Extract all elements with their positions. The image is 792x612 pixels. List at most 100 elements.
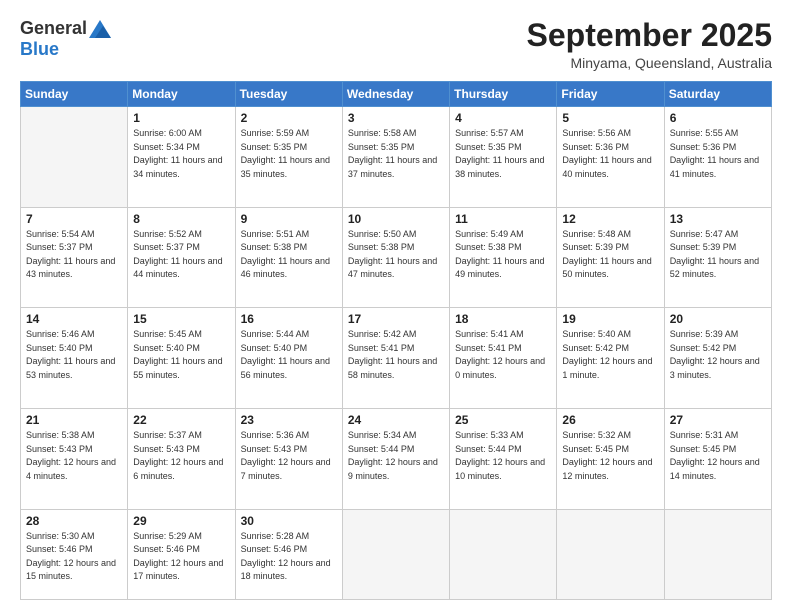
calendar-week-row: 7Sunrise: 5:54 AMSunset: 5:37 PMDaylight… (21, 207, 772, 308)
sun-info: Sunrise: 5:46 AMSunset: 5:40 PMDaylight:… (26, 328, 122, 382)
calendar-cell (21, 107, 128, 208)
day-number: 27 (670, 413, 766, 427)
calendar-cell: 20 Sunrise: 5:39 AMSunset: 5:42 PMDayligh… (664, 308, 771, 409)
calendar-week-row: 1 Sunrise: 6:00 AMSunset: 5:34 PMDaylight… (21, 107, 772, 208)
sun-info: Sunrise: 5:34 AMSunset: 5:44 PMDaylight:… (348, 429, 444, 483)
calendar-cell: 17 Sunrise: 5:42 AMSunset: 5:41 PMDayligh… (342, 308, 449, 409)
calendar-cell: 4 Sunrise: 5:57 AMSunset: 5:35 PMDaylight… (450, 107, 557, 208)
day-number: 22 (133, 413, 229, 427)
sun-info: Sunrise: 5:47 AMSunset: 5:39 PMDaylight:… (670, 228, 766, 282)
calendar-table: SundayMondayTuesdayWednesdayThursdayFrid… (20, 81, 772, 600)
day-number: 4 (455, 111, 551, 125)
title-block: September 2025 Minyama, Queensland, Aust… (527, 18, 772, 71)
logo-icon (89, 20, 111, 38)
sun-info: Sunrise: 5:48 AMSunset: 5:39 PMDaylight:… (562, 228, 658, 282)
sun-info: Sunrise: 5:33 AMSunset: 5:44 PMDaylight:… (455, 429, 551, 483)
calendar-cell: 18Sunrise: 5:41 AMSunset: 5:41 PMDayligh… (450, 308, 557, 409)
calendar-cell: 21 Sunrise: 5:38 AMSunset: 5:43 PMDayligh… (21, 409, 128, 510)
calendar-day-header: Friday (557, 82, 664, 107)
day-number: 11 (455, 212, 551, 226)
calendar-header-row: SundayMondayTuesdayWednesdayThursdayFrid… (21, 82, 772, 107)
calendar-cell: 11 Sunrise: 5:49 AMSunset: 5:38 PMDayligh… (450, 207, 557, 308)
calendar-cell: 3 Sunrise: 5:58 AMSunset: 5:35 PMDaylight… (342, 107, 449, 208)
sun-info: Sunrise: 5:30 AMSunset: 5:46 PMDaylight:… (26, 530, 122, 584)
calendar-cell: 13 Sunrise: 5:47 AMSunset: 5:39 PMDayligh… (664, 207, 771, 308)
sun-info: Sunrise: 5:29 AMSunset: 5:46 PMDaylight:… (133, 530, 229, 584)
page: General Blue September 2025 Minyama, Que… (0, 0, 792, 612)
day-number: 26 (562, 413, 658, 427)
day-number: 21 (26, 413, 122, 427)
calendar-cell (557, 509, 664, 599)
day-number: 16 (241, 312, 337, 326)
day-number: 14 (26, 312, 122, 326)
calendar-cell: 9 Sunrise: 5:51 AMSunset: 5:38 PMDaylight… (235, 207, 342, 308)
day-number: 30 (241, 514, 337, 528)
sun-info: Sunrise: 5:45 AMSunset: 5:40 PMDaylight:… (133, 328, 229, 382)
day-number: 19 (562, 312, 658, 326)
calendar-day-header: Tuesday (235, 82, 342, 107)
calendar-cell: 5 Sunrise: 5:56 AMSunset: 5:36 PMDaylight… (557, 107, 664, 208)
sun-info: Sunrise: 5:52 AMSunset: 5:37 PMDaylight:… (133, 228, 229, 282)
day-number: 25 (455, 413, 551, 427)
calendar-day-header: Thursday (450, 82, 557, 107)
calendar-cell (342, 509, 449, 599)
calendar-cell: 1 Sunrise: 6:00 AMSunset: 5:34 PMDaylight… (128, 107, 235, 208)
calendar-cell: 12 Sunrise: 5:48 AMSunset: 5:39 PMDayligh… (557, 207, 664, 308)
day-number: 15 (133, 312, 229, 326)
sun-info: Sunrise: 5:39 AMSunset: 5:42 PMDaylight:… (670, 328, 766, 382)
calendar-cell: 24 Sunrise: 5:34 AMSunset: 5:44 PMDayligh… (342, 409, 449, 510)
calendar-cell: 16 Sunrise: 5:44 AMSunset: 5:40 PMDayligh… (235, 308, 342, 409)
calendar-cell: 15 Sunrise: 5:45 AMSunset: 5:40 PMDayligh… (128, 308, 235, 409)
calendar-cell: 22 Sunrise: 5:37 AMSunset: 5:43 PMDayligh… (128, 409, 235, 510)
calendar-cell: 29Sunrise: 5:29 AMSunset: 5:46 PMDayligh… (128, 509, 235, 599)
day-number: 10 (348, 212, 444, 226)
calendar-day-header: Monday (128, 82, 235, 107)
day-number: 24 (348, 413, 444, 427)
calendar-week-row: 21 Sunrise: 5:38 AMSunset: 5:43 PMDayligh… (21, 409, 772, 510)
sun-info: Sunrise: 6:00 AMSunset: 5:34 PMDaylight:… (133, 127, 229, 181)
calendar-cell: 30 Sunrise: 5:28 AMSunset: 5:46 PMDayligh… (235, 509, 342, 599)
sun-info: Sunrise: 5:51 AMSunset: 5:38 PMDaylight:… (241, 228, 337, 282)
calendar-week-row: 28 Sunrise: 5:30 AMSunset: 5:46 PMDayligh… (21, 509, 772, 599)
logo-general-text: General (20, 18, 87, 39)
sun-info: Sunrise: 5:44 AMSunset: 5:40 PMDaylight:… (241, 328, 337, 382)
calendar-cell: 27 Sunrise: 5:31 AMSunset: 5:45 PMDayligh… (664, 409, 771, 510)
calendar-cell: 7Sunrise: 5:54 AMSunset: 5:37 PMDaylight… (21, 207, 128, 308)
calendar-day-header: Sunday (21, 82, 128, 107)
calendar-cell: 14 Sunrise: 5:46 AMSunset: 5:40 PMDayligh… (21, 308, 128, 409)
day-number: 6 (670, 111, 766, 125)
day-number: 28 (26, 514, 122, 528)
sun-info: Sunrise: 5:59 AMSunset: 5:35 PMDaylight:… (241, 127, 337, 181)
sun-info: Sunrise: 5:49 AMSunset: 5:38 PMDaylight:… (455, 228, 551, 282)
calendar-cell: 10Sunrise: 5:50 AMSunset: 5:38 PMDayligh… (342, 207, 449, 308)
sun-info: Sunrise: 5:28 AMSunset: 5:46 PMDaylight:… (241, 530, 337, 584)
day-number: 5 (562, 111, 658, 125)
sun-info: Sunrise: 5:55 AMSunset: 5:36 PMDaylight:… (670, 127, 766, 181)
sun-info: Sunrise: 5:37 AMSunset: 5:43 PMDaylight:… (133, 429, 229, 483)
sun-info: Sunrise: 5:38 AMSunset: 5:43 PMDaylight:… (26, 429, 122, 483)
sun-info: Sunrise: 5:58 AMSunset: 5:35 PMDaylight:… (348, 127, 444, 181)
location: Minyama, Queensland, Australia (527, 55, 772, 71)
sun-info: Sunrise: 5:32 AMSunset: 5:45 PMDaylight:… (562, 429, 658, 483)
calendar-cell: 2Sunrise: 5:59 AMSunset: 5:35 PMDaylight… (235, 107, 342, 208)
day-number: 12 (562, 212, 658, 226)
sun-info: Sunrise: 5:36 AMSunset: 5:43 PMDaylight:… (241, 429, 337, 483)
month-title: September 2025 (527, 18, 772, 53)
logo: General Blue (20, 18, 111, 60)
calendar-cell: 19 Sunrise: 5:40 AMSunset: 5:42 PMDayligh… (557, 308, 664, 409)
day-number: 3 (348, 111, 444, 125)
day-number: 13 (670, 212, 766, 226)
calendar-cell: 25 Sunrise: 5:33 AMSunset: 5:44 PMDayligh… (450, 409, 557, 510)
sun-info: Sunrise: 5:31 AMSunset: 5:45 PMDaylight:… (670, 429, 766, 483)
sun-info: Sunrise: 5:42 AMSunset: 5:41 PMDaylight:… (348, 328, 444, 382)
sun-info: Sunrise: 5:40 AMSunset: 5:42 PMDaylight:… (562, 328, 658, 382)
sun-info: Sunrise: 5:57 AMSunset: 5:35 PMDaylight:… (455, 127, 551, 181)
sun-info: Sunrise: 5:56 AMSunset: 5:36 PMDaylight:… (562, 127, 658, 181)
day-number: 9 (241, 212, 337, 226)
day-number: 7 (26, 212, 122, 226)
calendar-cell: 28 Sunrise: 5:30 AMSunset: 5:46 PMDayligh… (21, 509, 128, 599)
day-number: 20 (670, 312, 766, 326)
day-number: 17 (348, 312, 444, 326)
day-number: 1 (133, 111, 229, 125)
calendar-cell: 8Sunrise: 5:52 AMSunset: 5:37 PMDaylight… (128, 207, 235, 308)
